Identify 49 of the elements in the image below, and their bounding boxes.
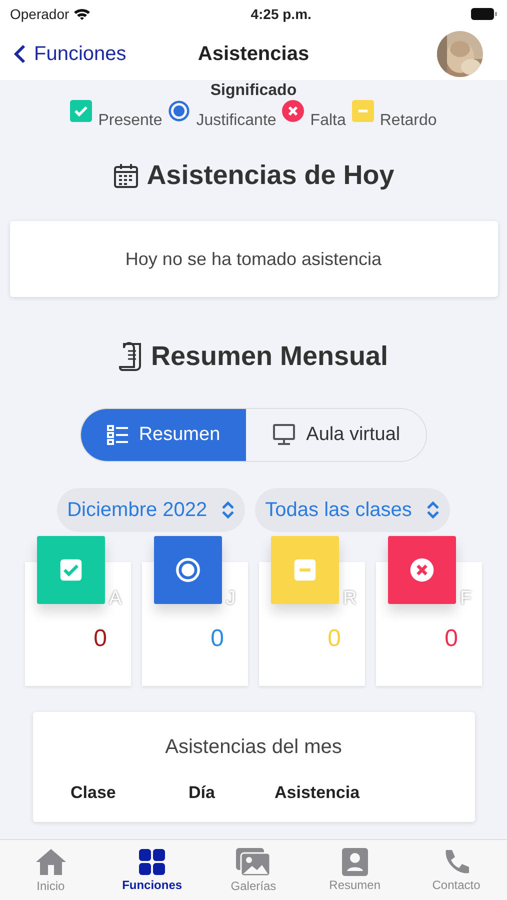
column-header: Día: [188, 783, 216, 803]
card-title: Asistencias del mes: [165, 736, 342, 759]
home-icon: [34, 847, 68, 877]
stat-letter: A: [109, 588, 122, 610]
stat-letter: J: [226, 588, 236, 610]
section-heading: Resumen Mensual: [150, 341, 388, 372]
chevron-left-icon: [14, 44, 26, 64]
up-down-chevron-icon: [221, 500, 236, 520]
tab-bar-item[interactable]: Inicio: [6, 846, 96, 894]
carrier-label: Operador: [10, 6, 70, 22]
stat-count: 0: [94, 625, 107, 653]
clock: 4:25 p.m.: [250, 6, 312, 22]
list-icon: [106, 424, 129, 446]
monitor-icon: [272, 424, 296, 446]
calendar-icon: [112, 162, 139, 188]
back-button[interactable]: Funciones: [14, 42, 126, 66]
column-header: Clase: [70, 783, 117, 803]
stat-letter: F: [460, 588, 472, 610]
radio-icon: [168, 100, 190, 122]
tab-bar-item[interactable]: Galerías: [208, 846, 298, 894]
grid-icon: [138, 848, 166, 876]
legend-label: Falta: [310, 112, 346, 130]
legend-label: Justificante: [196, 112, 276, 130]
gallery-icon: [235, 847, 272, 877]
wifi-icon: [73, 7, 92, 21]
legend-label: Retardo: [380, 112, 437, 130]
check-icon: [70, 100, 92, 122]
stat-count: 0: [444, 625, 458, 653]
legend-label: Presente: [98, 112, 162, 130]
segment-tab[interactable]: Resumen: [80, 409, 246, 461]
contact-icon: [342, 848, 368, 876]
cross-icon: [282, 100, 304, 122]
column-header: Asistencia: [274, 783, 360, 803]
section-heading: Asistencias de Hoy: [146, 160, 394, 191]
scroll-icon: [118, 342, 143, 372]
tab-bar-item[interactable]: Resumen: [310, 847, 400, 893]
legend-title: Significado: [210, 82, 297, 100]
minus-icon: [352, 100, 374, 122]
screen-title: Asistencias: [198, 42, 310, 64]
tab-bar-item[interactable]: Funciones: [107, 847, 198, 893]
tab-bar-item[interactable]: Contacto: [411, 847, 502, 893]
stat-letter: R: [343, 588, 357, 610]
empty-message: Hoy no se ha tomado asistencia: [125, 248, 382, 270]
stat-count: 0: [328, 625, 341, 653]
stat-count: 0: [210, 625, 224, 653]
picker-button[interactable]: Diciembre 2022: [57, 488, 246, 532]
picker-button[interactable]: Todas las clases: [255, 488, 450, 532]
battery-icon: [470, 8, 497, 20]
up-down-chevron-icon: [426, 500, 440, 520]
